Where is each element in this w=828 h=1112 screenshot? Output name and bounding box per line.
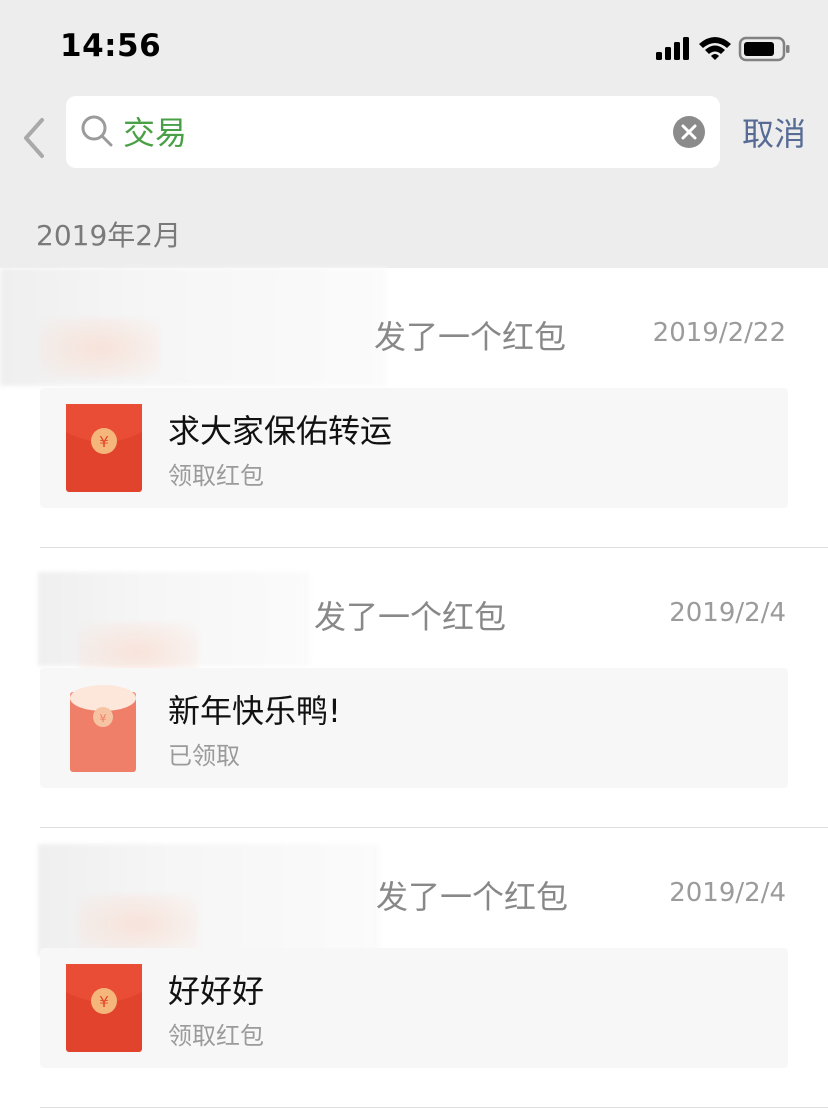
battery-icon xyxy=(738,36,790,62)
cancel-button[interactable]: 取消 xyxy=(742,109,806,155)
yen-symbol: ¥ xyxy=(99,993,109,1011)
red-packet-status: 领取红包 xyxy=(168,1022,264,1050)
status-icons xyxy=(654,34,794,64)
search-header: 14:56 交易 取消 2019年2月 xyxy=(0,0,828,268)
clear-icon[interactable] xyxy=(672,115,706,153)
red-packet-card[interactable]: ¥ 好好好 领取红包 xyxy=(40,948,788,1068)
sender-name-redacted xyxy=(0,268,386,386)
red-packet-status: 已领取 xyxy=(168,742,240,770)
list-item[interactable]: 发了一个红包 2019/2/22 ¥ 求大家保佑转运 领取红包 xyxy=(0,268,828,548)
red-packet-icon: ¥ xyxy=(66,404,142,492)
date-text: 2019/2/4 xyxy=(669,878,786,908)
search-query[interactable]: 交易 xyxy=(123,108,187,154)
action-text: 发了一个红包 xyxy=(376,878,569,916)
red-packet-status: 领取红包 xyxy=(168,462,264,490)
list-item[interactable]: 发了一个红包 2019/2/4 ¥ 新年快乐鸭! 已领取 xyxy=(0,548,828,828)
red-packet-card[interactable]: ¥ 新年快乐鸭! 已领取 xyxy=(40,668,788,788)
red-packet-message: 好好好 xyxy=(168,972,265,1010)
wifi-icon xyxy=(699,37,731,60)
sender-name-redacted xyxy=(38,572,310,682)
date-text: 2019/2/22 xyxy=(652,318,786,348)
yen-symbol: ¥ xyxy=(100,712,107,725)
red-packet-message: 求大家保佑转运 xyxy=(168,412,393,450)
date-text: 2019/2/4 xyxy=(669,598,786,628)
red-packet-message: 新年快乐鸭! xyxy=(168,692,341,730)
signal-icon xyxy=(656,37,689,60)
back-chevron-icon[interactable] xyxy=(14,110,54,166)
search-icon xyxy=(80,114,114,152)
red-packet-card[interactable]: ¥ 求大家保佑转运 领取红包 xyxy=(40,388,788,508)
red-packet-icon: ¥ xyxy=(66,964,142,1052)
yen-symbol: ¥ xyxy=(99,433,109,451)
action-text: 发了一个红包 xyxy=(374,318,567,356)
action-text: 发了一个红包 xyxy=(314,598,507,636)
search-input[interactable]: 交易 xyxy=(66,96,720,168)
divider xyxy=(40,1107,828,1108)
section-header-month: 2019年2月 xyxy=(36,219,182,252)
list-item[interactable]: 发了一个红包 2019/2/4 ¥ 好好好 领取红包 xyxy=(0,828,828,1108)
status-time: 14:56 xyxy=(60,28,162,64)
sender-name-redacted xyxy=(38,844,380,956)
red-packet-opened-icon: ¥ xyxy=(66,684,142,772)
